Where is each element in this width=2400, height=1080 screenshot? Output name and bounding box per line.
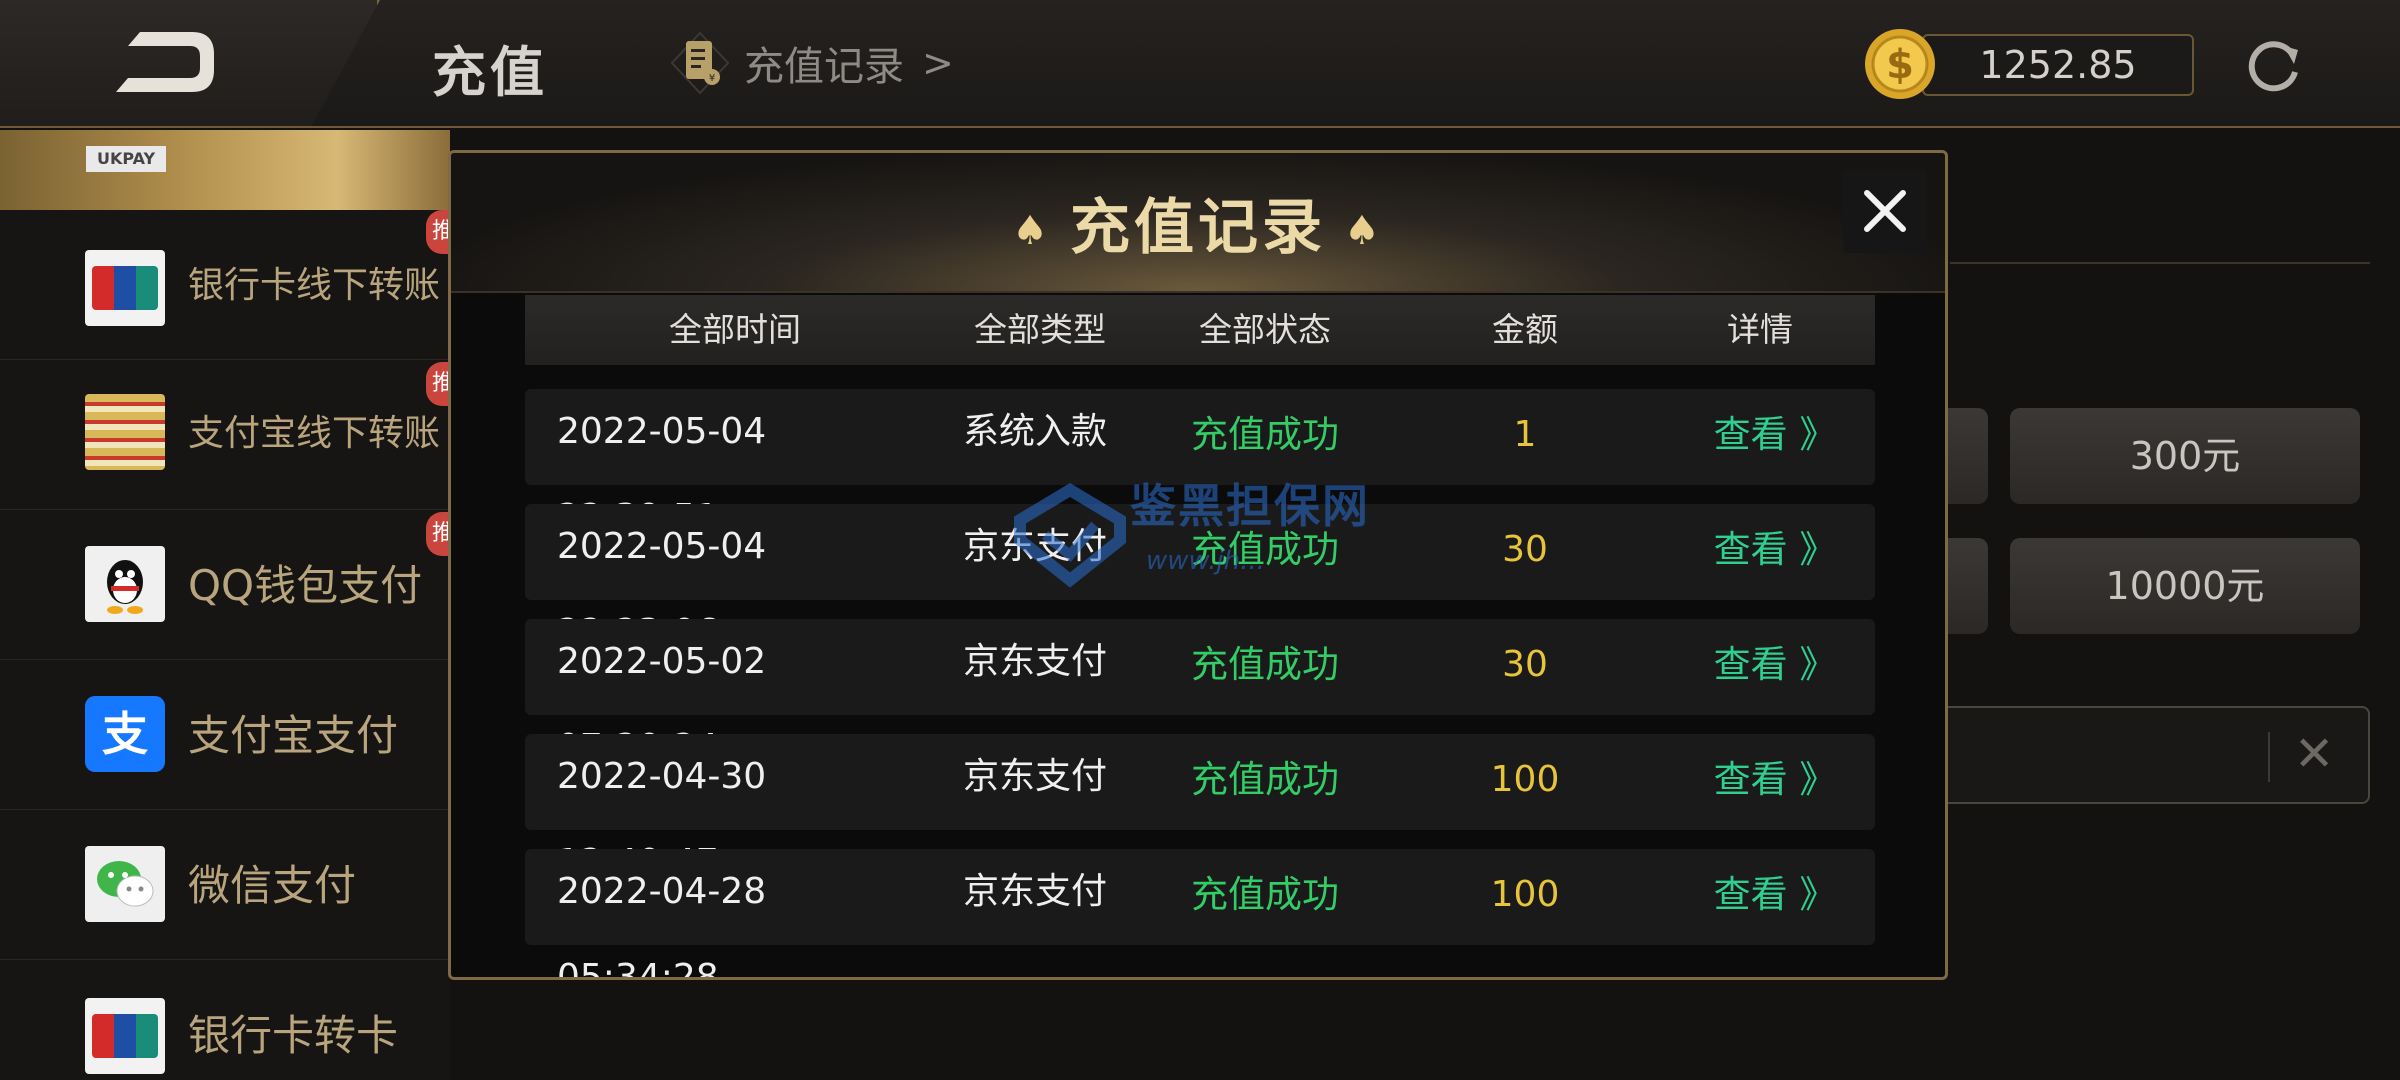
sidebar-item-bank-transfer[interactable]: 银行卡转卡 xyxy=(0,960,450,1080)
shield-watermark-icon xyxy=(1014,483,1126,588)
unionpay-icon xyxy=(85,998,165,1074)
filter-time[interactable]: 全部时间 xyxy=(605,295,865,365)
column-detail: 详情 xyxy=(1727,310,1793,349)
modal-title: 充值记录 xyxy=(1070,193,1326,263)
sidebar-item-label: 微信支付 xyxy=(188,861,357,910)
alipay-offline-icon xyxy=(85,394,165,470)
row-amount: 30 xyxy=(1502,644,1548,685)
gold-coin-icon: $ xyxy=(1865,29,1935,99)
amount-input[interactable]: ✕ xyxy=(1940,706,2370,804)
column-amount: 金额 xyxy=(1492,310,1558,349)
row-type: 京东支付 xyxy=(962,641,1107,682)
sidebar-item-label: 银行卡转卡 xyxy=(188,1011,399,1060)
view-detail-link[interactable]: 查看 》 xyxy=(1685,389,1865,485)
row-time: 2022-05-02 07:20:24 xyxy=(557,641,767,768)
spade-icon: ♠ xyxy=(1344,208,1384,255)
row-time: 2022-04-30 12:40:47 xyxy=(557,756,767,883)
sidebar-item-bank-offline[interactable]: 银行卡线下转账 推 xyxy=(0,210,460,360)
filter-status[interactable]: 全部状态 xyxy=(1135,295,1395,365)
row-amount: 30 xyxy=(1502,529,1548,570)
svg-text:¥: ¥ xyxy=(709,73,715,84)
spade-icon: ♠ xyxy=(1012,208,1052,255)
sidebar-item-qq-wallet[interactable]: QQ钱包支付 推 xyxy=(0,510,460,660)
payment-method-sidebar: UKPAY 银行卡线下转账 推 支付宝线下转账 推 QQ钱包支付 推 支 支付宝… xyxy=(0,130,460,1080)
refresh-icon[interactable] xyxy=(2240,32,2306,98)
sidebar-item-wechat[interactable]: 微信支付 xyxy=(0,810,450,960)
watermark: 鉴黑担保网 www.jh... xyxy=(1010,470,1390,600)
view-detail-link[interactable]: 查看 》 xyxy=(1685,734,1865,830)
alipay-icon: 支 xyxy=(85,696,165,772)
filter-type[interactable]: 全部类型 xyxy=(910,295,1170,365)
sidebar-selected-item[interactable]: UKPAY xyxy=(0,130,450,210)
sidebar-item-alipay[interactable]: 支 支付宝支付 xyxy=(0,660,450,810)
modal-title-wrap: ♠ 充值记录 ♠ xyxy=(451,179,1945,266)
record-link-label: 充值记录 xyxy=(744,44,904,90)
unionpay-icon xyxy=(85,250,165,326)
back-arrow-icon xyxy=(116,32,214,92)
row-time: 2022-05-04 22:23:06 xyxy=(557,526,767,653)
row-amount: 100 xyxy=(1490,874,1560,915)
row-status: 充值成功 xyxy=(1191,643,1339,686)
balance-value: 1252.85 xyxy=(1979,43,2137,87)
recharge-record-link[interactable]: ¥ 充值记录 > xyxy=(670,28,954,98)
row-amount: 1 xyxy=(1513,414,1537,455)
table-row: 2022-05-02 07:20:24 京东支付 充值成功 30 查看 》 xyxy=(525,619,1875,768)
back-button[interactable] xyxy=(0,0,380,126)
view-detail-link[interactable]: 查看 》 xyxy=(1685,849,1865,945)
amount-option-button[interactable]: 10000元 xyxy=(2010,538,2360,634)
modal-header: ♠ 充值记录 ♠ xyxy=(451,153,1945,293)
sidebar-item-label: 银行卡线下转账 xyxy=(188,265,441,306)
view-detail-link[interactable]: 查看 》 xyxy=(1685,504,1865,600)
table-header: 全部时间 全部类型 全部状态 金额 详情 xyxy=(525,295,1875,365)
page-title: 充值 xyxy=(432,41,548,104)
balance-box: 1252.85 xyxy=(1922,34,2194,96)
table-row: 2022-04-30 12:40:47 京东支付 充值成功 100 查看 》 xyxy=(525,734,1875,883)
row-status: 充值成功 xyxy=(1191,758,1339,801)
view-detail-link[interactable]: 查看 》 xyxy=(1685,619,1865,715)
row-amount: 100 xyxy=(1490,759,1560,800)
close-icon xyxy=(1864,190,1906,232)
row-time: 2022-04-28 05:34:28 xyxy=(557,871,767,980)
sidebar-item-label: QQ钱包支付 xyxy=(188,561,423,610)
table-row: 2022-04-28 05:34:28 京东支付 充值成功 100 查看 》 xyxy=(525,849,1875,980)
record-doc-icon: ¥ xyxy=(670,31,730,95)
watermark-url: www.jh... xyxy=(1146,546,1265,576)
watermark-text: 鉴黑担保网 xyxy=(1130,479,1370,533)
balance-display: 1252.85 $ xyxy=(1862,22,2232,104)
amount-option-button[interactable]: 300元 xyxy=(2010,408,2360,504)
svg-text:$: $ xyxy=(1886,42,1914,88)
row-type: 京东支付 xyxy=(962,756,1107,797)
top-bar: 充值 ¥ 充值记录 > 1252.85 $ xyxy=(0,0,2400,128)
wechat-icon xyxy=(85,846,165,922)
chevron-right-icon: > xyxy=(922,41,954,85)
row-status: 充值成功 xyxy=(1191,873,1339,916)
svg-text:支: 支 xyxy=(102,707,148,761)
close-button[interactable] xyxy=(1843,169,1927,253)
sidebar-item-label: 支付宝线下转账 xyxy=(188,413,441,454)
ukpay-logo: UKPAY xyxy=(86,146,166,172)
qq-icon xyxy=(85,546,165,622)
sidebar-item-alipay-offline[interactable]: 支付宝线下转账 推 xyxy=(0,360,460,510)
input-divider xyxy=(2268,732,2270,782)
sidebar-item-label: 支付宝支付 xyxy=(188,711,399,760)
clear-icon[interactable]: ✕ xyxy=(2294,726,2334,782)
section-divider xyxy=(1950,262,2370,264)
row-type: 京东支付 xyxy=(962,871,1107,912)
row-time: 2022-05-04 22:39:51 xyxy=(557,411,767,538)
